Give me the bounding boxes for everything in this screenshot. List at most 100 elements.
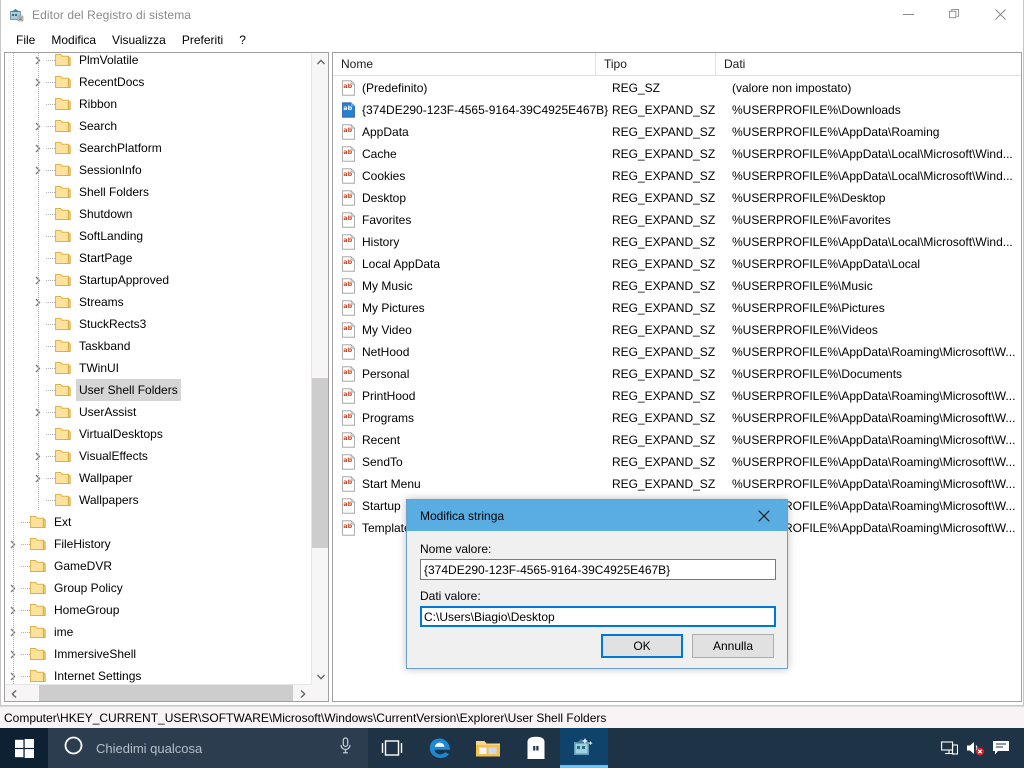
tree-node[interactable]: ImmersiveShell bbox=[5, 643, 311, 665]
value-row[interactable]: ab Desktop REG_EXPAND_SZ %USERPROFILE%\Des… bbox=[333, 187, 1021, 209]
edge-icon[interactable] bbox=[416, 728, 464, 768]
tree-node[interactable]: Ribbon bbox=[5, 93, 311, 115]
close-icon[interactable] bbox=[741, 500, 787, 531]
tree-node[interactable]: Streams bbox=[5, 291, 311, 313]
menu-preferiti[interactable]: Preferiti bbox=[174, 31, 231, 50]
tree-node[interactable]: Internet Settings bbox=[5, 665, 311, 685]
value-row[interactable]: ab History REG_EXPAND_SZ %USERPROFILE%\App… bbox=[333, 231, 1021, 253]
tree-connector bbox=[46, 445, 55, 467]
value-name-label: Nome valore: bbox=[420, 542, 492, 556]
search-input[interactable]: Chiedimi qualcosa bbox=[48, 728, 368, 768]
column-header-tipo[interactable]: Tipo bbox=[596, 53, 716, 76]
string-value-icon: ab bbox=[341, 168, 357, 184]
tree-node[interactable]: SoftLanding bbox=[5, 225, 311, 247]
string-value-icon: ab bbox=[341, 80, 357, 96]
tree-node[interactable]: VirtualDesktops bbox=[5, 423, 311, 445]
tree-node[interactable]: Wallpapers bbox=[5, 489, 311, 511]
menu-visualizza[interactable]: Visualizza bbox=[104, 31, 174, 50]
volume-muted-icon[interactable] bbox=[962, 728, 988, 768]
tree-node[interactable]: Ext bbox=[5, 511, 311, 533]
network-icon[interactable] bbox=[936, 728, 962, 768]
tree-horizontal-scrollbar[interactable] bbox=[5, 684, 311, 701]
tree-node[interactable]: Taskband bbox=[5, 335, 311, 357]
microphone-icon[interactable] bbox=[339, 737, 352, 759]
tree-node[interactable]: StartupApproved bbox=[5, 269, 311, 291]
value-row[interactable]: ab Recent REG_EXPAND_SZ %USERPROFILE%\AppD… bbox=[333, 429, 1021, 451]
minimize-icon[interactable] bbox=[885, 0, 931, 29]
cancel-button[interactable]: Annulla bbox=[692, 634, 774, 658]
tree-node-label: TWinUI bbox=[79, 361, 119, 375]
tree-node-label: Ribbon bbox=[79, 97, 118, 111]
value-name: Cache bbox=[362, 147, 397, 161]
tree-node[interactable]: GameDVR bbox=[5, 555, 311, 577]
value-row[interactable]: ab Personal REG_EXPAND_SZ %USERPROFILE%\Do… bbox=[333, 363, 1021, 385]
restore-icon[interactable] bbox=[931, 0, 977, 29]
scroll-up-icon[interactable] bbox=[312, 53, 328, 70]
value-row[interactable]: ab My Video REG_EXPAND_SZ %USERPROFILE%\Vi… bbox=[333, 319, 1021, 341]
value-type: REG_EXPAND_SZ bbox=[612, 301, 716, 315]
task-view-icon[interactable] bbox=[368, 728, 416, 768]
tree-node[interactable]: Group Policy bbox=[5, 577, 311, 599]
tree-vscroll-thumb[interactable] bbox=[312, 378, 328, 548]
value-row[interactable]: ab PrintHood REG_EXPAND_SZ %USERPROFILE%\A… bbox=[333, 385, 1021, 407]
value-row[interactable]: ab NetHood REG_EXPAND_SZ %USERPROFILE%\App… bbox=[333, 341, 1021, 363]
menu-help[interactable]: ? bbox=[231, 31, 254, 50]
tree-node[interactable]: SessionInfo bbox=[5, 159, 311, 181]
tree-node[interactable]: SearchPlatform bbox=[5, 137, 311, 159]
action-center-icon[interactable] bbox=[988, 728, 1014, 768]
tree-node[interactable]: FileHistory bbox=[5, 533, 311, 555]
tree-node[interactable]: StuckRects3 bbox=[5, 313, 311, 335]
svg-text:ab: ab bbox=[343, 192, 352, 200]
start-button[interactable] bbox=[0, 728, 48, 768]
tree-node[interactable]: StartPage bbox=[5, 247, 311, 269]
tree-node-label: VisualEffects bbox=[79, 449, 148, 463]
string-value-icon: ab bbox=[341, 344, 357, 360]
tree-connector bbox=[46, 467, 55, 489]
menu-modifica[interactable]: Modifica bbox=[43, 31, 104, 50]
tree-node[interactable]: PlmVolatile bbox=[5, 53, 311, 71]
tree-node[interactable]: Shutdown bbox=[5, 203, 311, 225]
registry-editor-icon[interactable] bbox=[560, 728, 608, 768]
tree-node-label: Shell Folders bbox=[79, 185, 150, 199]
value-row[interactable]: ab Start Menu REG_EXPAND_SZ %USERPROFILE%\… bbox=[333, 473, 1021, 495]
store-icon[interactable] bbox=[512, 728, 560, 768]
value-row[interactable]: ab SendTo REG_EXPAND_SZ %USERPROFILE%\AppD… bbox=[333, 451, 1021, 473]
tree-hscroll-thumb[interactable] bbox=[39, 685, 293, 701]
tree-vertical-scrollbar[interactable] bbox=[311, 53, 328, 685]
column-header-dati[interactable]: Dati bbox=[716, 53, 1021, 76]
value-row[interactable]: ab Favorites REG_EXPAND_SZ %USERPROFILE%\F… bbox=[333, 209, 1021, 231]
value-row[interactable]: ab AppData REG_EXPAND_SZ %USERPROFILE%\App… bbox=[333, 121, 1021, 143]
value-name-input[interactable] bbox=[420, 559, 776, 580]
svg-text:ab: ab bbox=[343, 258, 352, 266]
file-explorer-icon[interactable] bbox=[464, 728, 512, 768]
value-row[interactable]: ab My Pictures REG_EXPAND_SZ %USERPROFILE%… bbox=[333, 297, 1021, 319]
tree-node[interactable]: ime bbox=[5, 621, 311, 643]
value-row[interactable]: ab Cache REG_EXPAND_SZ %USERPROFILE%\AppDa… bbox=[333, 143, 1021, 165]
tree-node-label: GameDVR bbox=[54, 559, 113, 573]
ok-button[interactable]: OK bbox=[601, 634, 683, 658]
value-row[interactable]: ab {374DE290-123F-4565-9164-39C4925E467B… bbox=[333, 99, 1021, 121]
scroll-left-icon[interactable] bbox=[5, 685, 22, 701]
tree-node[interactable]: HomeGroup bbox=[5, 599, 311, 621]
close-icon[interactable] bbox=[977, 0, 1023, 29]
tree-node[interactable]: VisualEffects bbox=[5, 445, 311, 467]
scroll-down-icon[interactable] bbox=[312, 668, 328, 685]
tree-node[interactable]: User Shell Folders bbox=[5, 379, 311, 401]
value-row[interactable]: ab Programs REG_EXPAND_SZ %USERPROFILE%\Ap… bbox=[333, 407, 1021, 429]
tree-node[interactable]: RecentDocs bbox=[5, 71, 311, 93]
tree-node[interactable]: Wallpaper bbox=[5, 467, 311, 489]
tree-node[interactable]: Search bbox=[5, 115, 311, 137]
menu-file[interactable]: File bbox=[8, 31, 43, 50]
column-header-nome[interactable]: Nome bbox=[333, 53, 596, 76]
folder-icon bbox=[55, 361, 71, 375]
show-desktop-button[interactable] bbox=[1014, 728, 1024, 768]
scroll-right-icon[interactable] bbox=[294, 685, 311, 701]
tree-node[interactable]: Shell Folders bbox=[5, 181, 311, 203]
value-row[interactable]: ab My Music REG_EXPAND_SZ %USERPROFILE%\Mu… bbox=[333, 275, 1021, 297]
value-data-input[interactable] bbox=[420, 606, 776, 627]
tree-node[interactable]: UserAssist bbox=[5, 401, 311, 423]
value-row[interactable]: ab Cookies REG_EXPAND_SZ %USERPROFILE%\App… bbox=[333, 165, 1021, 187]
value-row[interactable]: ab (Predefinito) REG_SZ (valore non impost… bbox=[333, 77, 1021, 99]
tree-node[interactable]: TWinUI bbox=[5, 357, 311, 379]
value-row[interactable]: ab Local AppData REG_EXPAND_SZ %USERPROFIL… bbox=[333, 253, 1021, 275]
